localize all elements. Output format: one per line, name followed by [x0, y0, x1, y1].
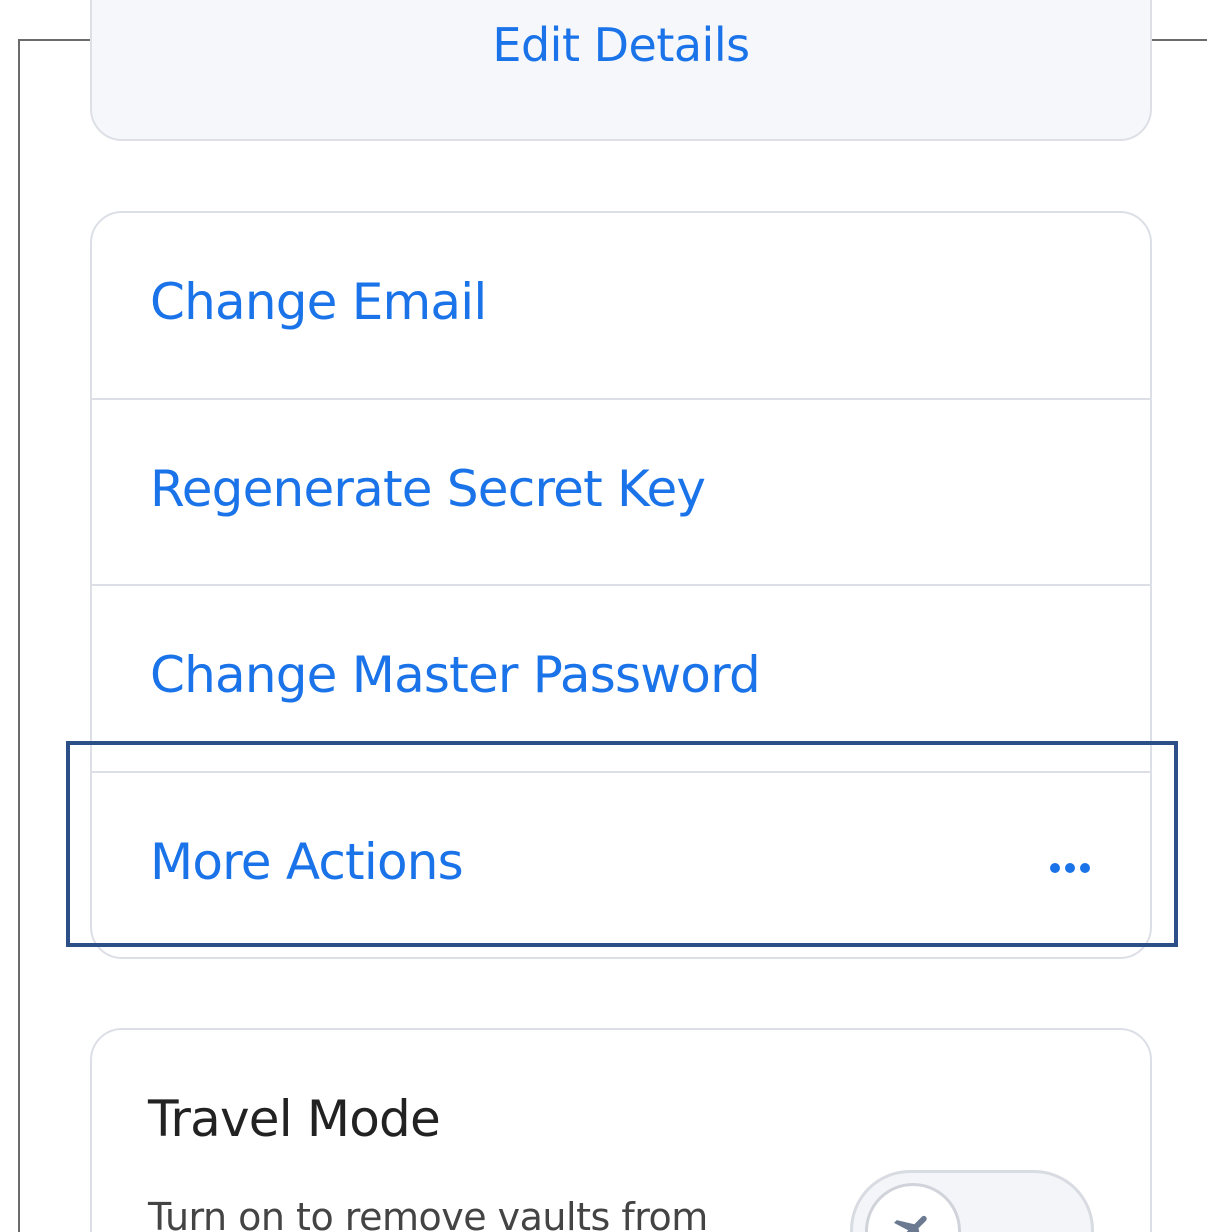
- travel-mode-description: Turn on to remove vaults from: [148, 1195, 708, 1232]
- toggle-knob: [865, 1183, 961, 1232]
- change-master-password-button[interactable]: Change Master Password: [92, 586, 1150, 772]
- account-actions-card: Change Email Regenerate Secret Key Chang…: [90, 211, 1152, 959]
- window-border-left: [18, 39, 20, 1232]
- travel-mode-title: Travel Mode: [148, 1090, 441, 1148]
- regenerate-secret-key-button[interactable]: Regenerate Secret Key: [92, 400, 1150, 586]
- change-email-label: Change Email: [150, 273, 487, 331]
- change-master-password-label: Change Master Password: [150, 646, 761, 704]
- airplane-icon: [894, 1215, 927, 1232]
- travel-mode-toggle[interactable]: [850, 1170, 1094, 1232]
- screenshot-frame: Edit Details Change Email Regenerate Sec…: [0, 0, 1207, 1232]
- travel-mode-card: Travel Mode Turn on to remove vaults fro…: [90, 1028, 1152, 1232]
- regenerate-secret-key-label: Regenerate Secret Key: [150, 460, 706, 518]
- change-email-button[interactable]: Change Email: [92, 213, 1150, 399]
- edit-details-button[interactable]: Edit Details: [92, 22, 1150, 68]
- account-card: Edit Details: [90, 0, 1152, 141]
- more-actions-label: More Actions: [150, 833, 464, 891]
- more-actions-button[interactable]: More Actions: [92, 773, 1150, 957]
- more-horizontal-icon: [1050, 863, 1090, 873]
